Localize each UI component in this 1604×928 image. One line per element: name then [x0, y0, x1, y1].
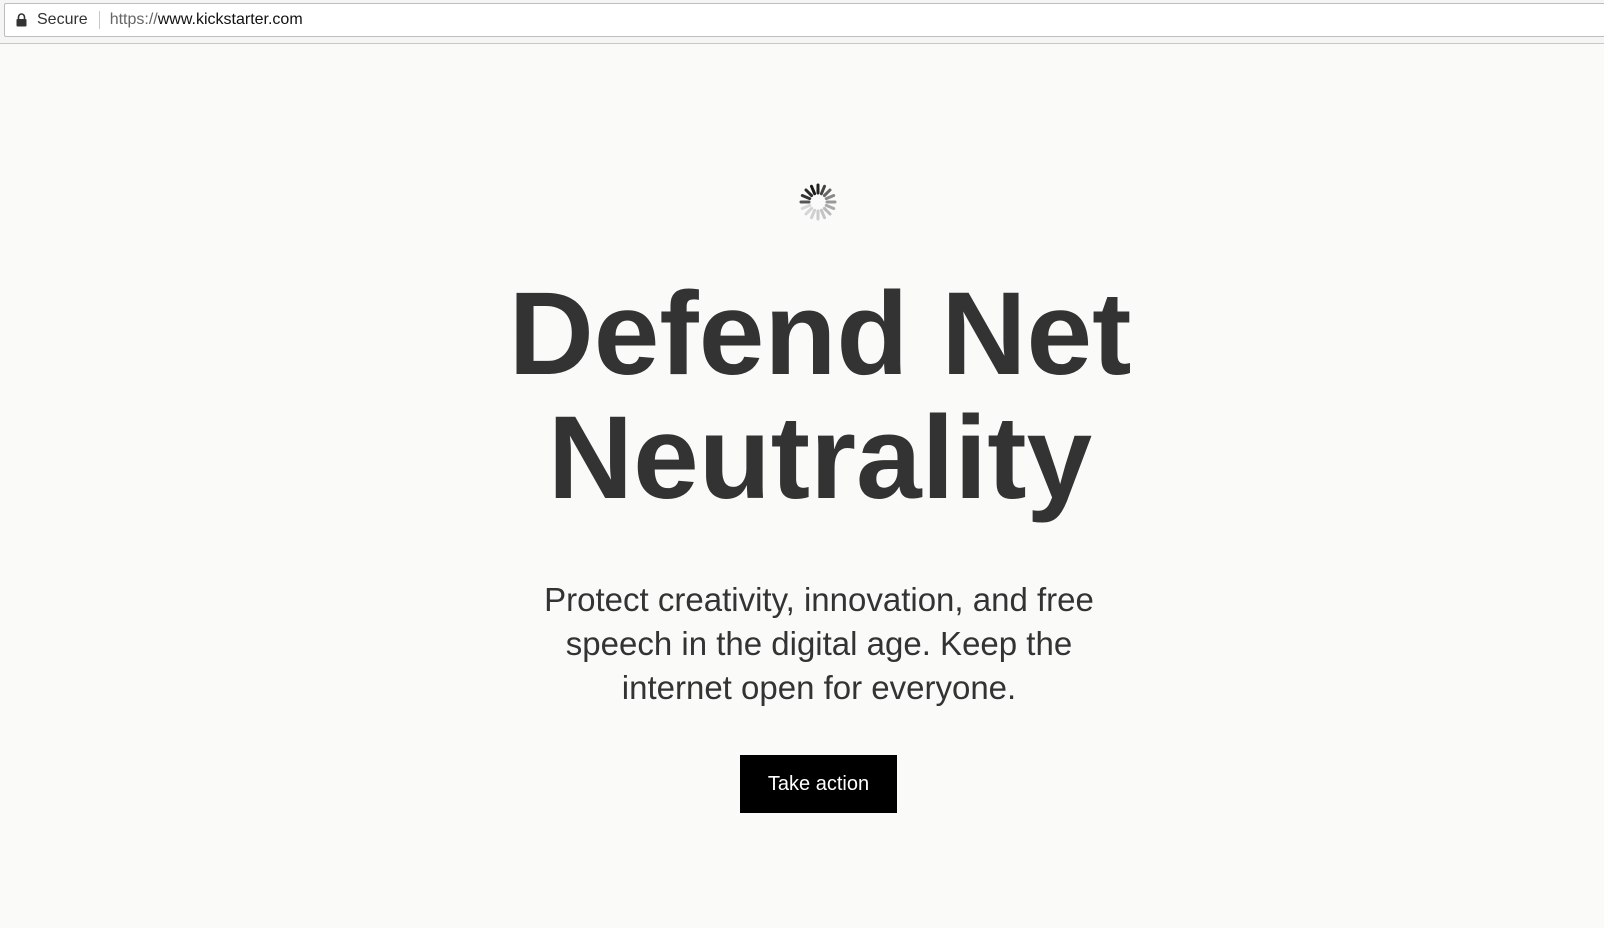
- loading-spinner-icon: [799, 183, 837, 221]
- page-title: Defend Net Neutrality: [320, 272, 1320, 520]
- page-content: Defend Net Neutrality Protect creativity,…: [0, 44, 1604, 928]
- headline-line-2: Neutrality: [547, 392, 1093, 524]
- url-scheme: https://: [109, 11, 158, 28]
- take-action-button[interactable]: Take action: [740, 755, 897, 813]
- url-host: www.kickstarter.com: [157, 11, 303, 28]
- lock-icon[interactable]: [16, 13, 27, 27]
- headline-line-1: Defend Net: [508, 268, 1132, 400]
- secure-label[interactable]: Secure: [37, 11, 88, 29]
- address-divider: [98, 11, 100, 29]
- browser-toolbar: Secure https://www.kickstarter.com: [0, 0, 1604, 44]
- address-bar[interactable]: Secure https://www.kickstarter.com: [4, 3, 1604, 37]
- hero-subtitle: Protect creativity, innovation, and free…: [544, 581, 1094, 706]
- url-text[interactable]: https://www.kickstarter.com: [110, 11, 303, 29]
